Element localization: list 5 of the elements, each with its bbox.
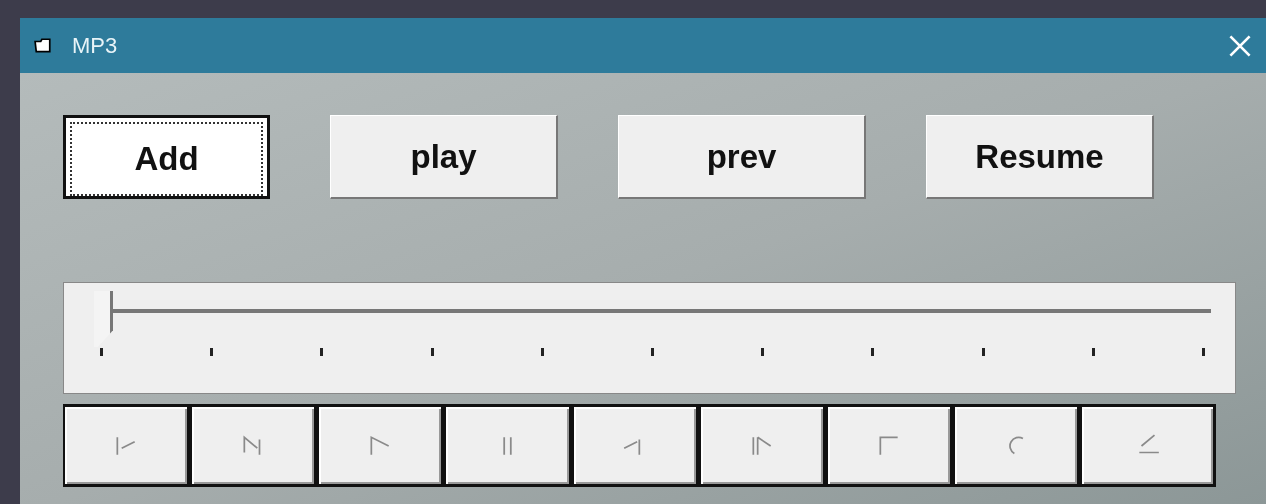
command-button[interactable]: prev: [618, 115, 866, 199]
window-title: MP3: [72, 32, 119, 59]
command-button[interactable]: play: [330, 115, 558, 199]
command-button[interactable]: Add: [63, 115, 270, 199]
command-button[interactable]: Resume: [926, 115, 1154, 199]
